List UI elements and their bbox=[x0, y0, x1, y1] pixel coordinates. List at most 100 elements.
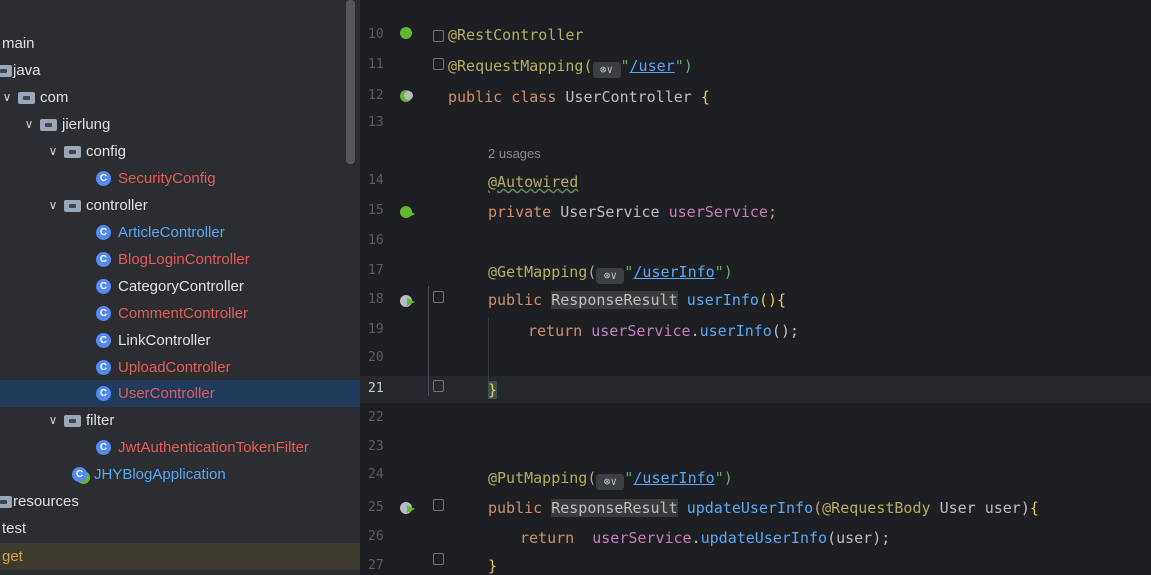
tree-item-label: main bbox=[2, 35, 35, 52]
code-line-24: @PutMapping(⊛∨ "/userInfo") bbox=[488, 469, 733, 490]
tree-item-label: JHYBlogApplication bbox=[94, 466, 226, 483]
tree-item-label: CommentController bbox=[118, 305, 249, 322]
tree-item-usercontroller[interactable]: C UserController bbox=[0, 380, 360, 407]
code-line-17: @GetMapping(⊛∨ "/userInfo") bbox=[488, 263, 733, 284]
tree-item-uploadcontroller[interactable]: C UploadController bbox=[0, 354, 360, 381]
folder-icon bbox=[18, 92, 35, 104]
web-endpoint-icon[interactable] bbox=[400, 293, 416, 307]
tree-item-jhyblogapplication[interactable]: C JHYBlogApplication bbox=[0, 461, 360, 488]
class-icon: C bbox=[96, 252, 111, 267]
tree-item-jierlung[interactable]: ∨ jierlung bbox=[0, 111, 360, 138]
line-number[interactable]: 23 bbox=[368, 439, 392, 454]
indent-guide bbox=[488, 318, 489, 384]
tree-item-bloglogincontroller[interactable]: C BlogLoginController bbox=[0, 246, 360, 273]
tree-item-articlecontroller[interactable]: C ArticleController bbox=[0, 219, 360, 246]
fold-marker-icon[interactable] bbox=[433, 291, 444, 303]
tree-item-label: java bbox=[13, 62, 41, 79]
line-number[interactable]: 19 bbox=[368, 322, 392, 337]
tree-item-label: com bbox=[40, 89, 69, 106]
tree-item-resources[interactable]: resources bbox=[0, 488, 360, 515]
tree-item-filter[interactable]: ∨ filter bbox=[0, 407, 360, 434]
tree-item-label: filter bbox=[86, 412, 115, 429]
class-icon: C bbox=[96, 386, 111, 401]
web-endpoint-icon[interactable] bbox=[400, 500, 416, 514]
tree-item-commentcontroller[interactable]: C CommentController bbox=[0, 300, 360, 327]
tree-item-label: JwtAuthenticationTokenFilter bbox=[118, 439, 309, 456]
spring-app-class-icon: C bbox=[72, 467, 87, 482]
tree-item-label: BlogLoginController bbox=[118, 251, 250, 268]
line-number[interactable]: 16 bbox=[368, 233, 392, 248]
tree-item-label: test bbox=[2, 520, 27, 537]
line-number[interactable]: 13 bbox=[368, 115, 392, 130]
line-number[interactable]: 25 bbox=[368, 500, 392, 515]
folder-icon bbox=[64, 146, 81, 158]
line-number[interactable]: 22 bbox=[368, 410, 392, 425]
class-icon: C bbox=[96, 440, 111, 455]
line-number[interactable]: 20 bbox=[368, 350, 392, 365]
url-dropdown-icon[interactable]: ⊛∨ bbox=[596, 268, 625, 284]
line-number[interactable]: 21 bbox=[368, 381, 392, 396]
fold-marker-icon[interactable] bbox=[433, 499, 444, 511]
tree-item-main[interactable]: main bbox=[0, 30, 360, 57]
code-line-14: @Autowired bbox=[488, 173, 579, 191]
code-line-19: return userService.userInfo(); bbox=[528, 322, 799, 340]
tree-item-java[interactable]: java bbox=[0, 57, 360, 84]
url-link[interactable]: /userInfo bbox=[633, 263, 714, 281]
code-line-11: @RequestMapping(⊛∨ "/user") bbox=[448, 57, 693, 78]
tree-item-categorycontroller[interactable]: C CategoryController bbox=[0, 273, 360, 300]
class-icon: C bbox=[96, 333, 111, 348]
tree-item-label: controller bbox=[86, 197, 148, 214]
fold-marker-icon[interactable] bbox=[433, 30, 444, 42]
line-number[interactable]: 17 bbox=[368, 263, 392, 278]
chevron-down-icon[interactable]: ∨ bbox=[22, 111, 36, 138]
class-icon: C bbox=[96, 225, 111, 240]
code-line-27: } bbox=[488, 557, 498, 575]
tree-item-controller[interactable]: ∨ controller bbox=[0, 192, 360, 219]
line-number[interactable]: 10 bbox=[368, 27, 392, 42]
chevron-down-icon[interactable]: ∨ bbox=[46, 407, 60, 434]
fold-marker-icon[interactable] bbox=[433, 380, 444, 392]
code-line-15: private UserService userService; bbox=[488, 203, 777, 221]
tree-item-test[interactable]: test bbox=[0, 515, 360, 542]
line-number[interactable]: 27 bbox=[368, 558, 392, 573]
tree-item-securityconfig[interactable]: C SecurityConfig bbox=[0, 165, 360, 192]
tree-item-jwtauthenticationtokenfilter[interactable]: C JwtAuthenticationTokenFilter bbox=[0, 434, 360, 461]
chevron-down-icon[interactable]: ∨ bbox=[46, 192, 60, 219]
line-number[interactable]: 15 bbox=[368, 203, 392, 218]
code-line-12: public class UserController { bbox=[448, 88, 710, 106]
project-scrollbar[interactable] bbox=[346, 0, 355, 164]
class-icon: C bbox=[96, 306, 111, 321]
url-dropdown-icon[interactable]: ⊛∨ bbox=[592, 62, 621, 78]
line-number[interactable]: 14 bbox=[368, 173, 392, 188]
spring-bean-icon[interactable] bbox=[400, 26, 416, 40]
url-link[interactable]: /userInfo bbox=[633, 469, 714, 487]
tree-item-get[interactable]: get bbox=[0, 543, 360, 570]
line-number[interactable]: 26 bbox=[368, 529, 392, 544]
code-line-21: } bbox=[488, 381, 498, 399]
tree-item-label: config bbox=[86, 143, 127, 160]
current-line-highlight bbox=[360, 376, 1151, 403]
line-number[interactable]: 24 bbox=[368, 467, 392, 482]
spring-bean-icon[interactable] bbox=[400, 89, 416, 103]
chevron-down-icon[interactable]: ∨ bbox=[46, 138, 60, 165]
navigate-bean-icon[interactable] bbox=[400, 205, 416, 219]
code-line-25: public ResponseResult updateUserInfo(@Re… bbox=[488, 499, 1039, 517]
line-number[interactable]: 12 bbox=[368, 88, 392, 103]
fold-marker-icon[interactable] bbox=[433, 58, 444, 70]
code-editor[interactable]: 10 11 12 13 14 15 16 17 18 19 20 21 22 23 24 25 26 27 @Re… bbox=[360, 0, 1151, 575]
tree-item-config[interactable]: ∨ config bbox=[0, 138, 360, 165]
url-link[interactable]: /user bbox=[630, 57, 675, 75]
fold-marker-icon[interactable] bbox=[433, 553, 444, 565]
tree-item-linkcontroller[interactable]: C LinkController bbox=[0, 327, 360, 354]
class-icon: C bbox=[96, 171, 111, 186]
folder-icon bbox=[0, 496, 12, 508]
tree-item-com[interactable]: ∨ com bbox=[0, 84, 360, 111]
chevron-down-icon[interactable]: ∨ bbox=[0, 84, 14, 111]
usages-hint[interactable]: 2 usages bbox=[488, 144, 541, 164]
line-number[interactable]: 11 bbox=[368, 57, 392, 72]
folder-icon bbox=[64, 200, 81, 212]
tree-item-label: CategoryController bbox=[118, 278, 244, 295]
line-number[interactable]: 18 bbox=[368, 292, 392, 307]
url-dropdown-icon[interactable]: ⊛∨ bbox=[596, 474, 625, 490]
folder-icon bbox=[40, 119, 57, 131]
